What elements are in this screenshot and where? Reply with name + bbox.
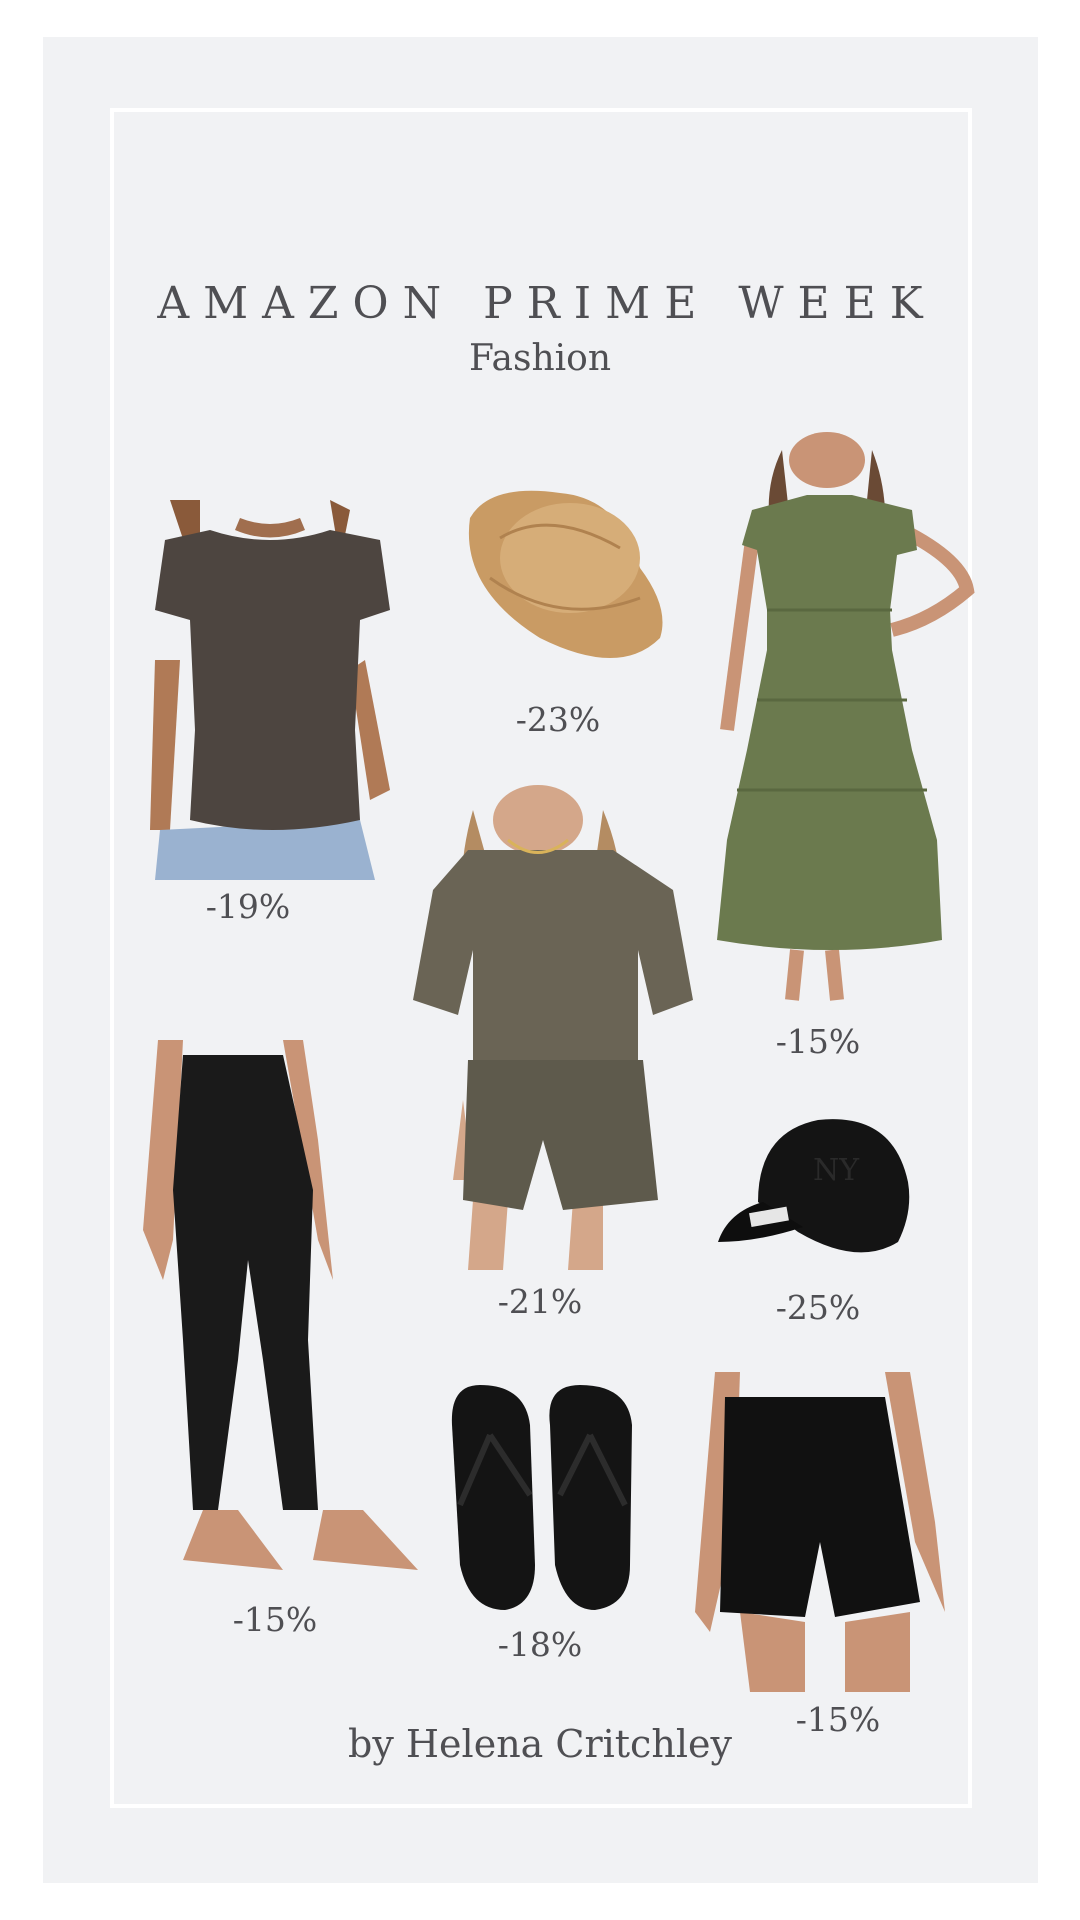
discount-label: -18% bbox=[497, 1625, 583, 1664]
discount-label: -19% bbox=[205, 887, 291, 926]
product-image-leggings[interactable] bbox=[143, 1040, 423, 1580]
product-image-flip-flops[interactable] bbox=[450, 1385, 635, 1615]
author-credit: by Helena Critchley bbox=[348, 1722, 732, 1766]
page-title: AMAZON PRIME WEEK bbox=[157, 278, 937, 329]
discount-label: -15% bbox=[775, 1022, 861, 1061]
product-image-fitted-tee[interactable] bbox=[150, 500, 400, 880]
discount-label: -25% bbox=[775, 1288, 861, 1327]
product-image-biker-shorts[interactable] bbox=[695, 1372, 945, 1692]
svg-text:NY: NY bbox=[813, 1153, 860, 1188]
product-image-straw-bucket-hat[interactable] bbox=[450, 478, 670, 678]
product-image-baseball-cap[interactable]: NY bbox=[718, 1112, 913, 1267]
page-subtitle: Fashion bbox=[468, 338, 612, 379]
discount-label: -21% bbox=[497, 1282, 583, 1321]
product-image-tiered-midi-dress[interactable] bbox=[712, 432, 975, 1010]
discount-label: -15% bbox=[232, 1600, 318, 1639]
discount-label: -23% bbox=[515, 700, 601, 739]
product-image-lounge-set[interactable] bbox=[413, 785, 695, 1270]
